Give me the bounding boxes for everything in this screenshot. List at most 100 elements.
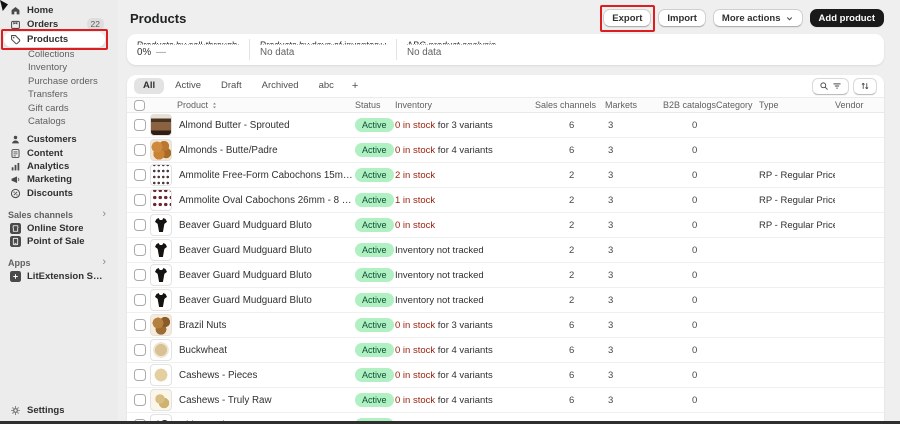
metric-title[interactable]: Products by sell-through rate: [137, 40, 239, 46]
discounts-icon: [10, 188, 21, 199]
product-name-link[interactable]: Almond Butter - Sprouted: [177, 120, 355, 131]
sidebar-item-point-of-sale[interactable]: Point of Sale: [0, 235, 118, 248]
status-cell: Active: [355, 342, 395, 358]
status-cell: Active: [355, 217, 395, 233]
sidebar-item-label: Home: [27, 5, 54, 17]
status-badge: Active: [355, 217, 394, 233]
export-button[interactable]: Export: [603, 9, 652, 27]
sidebar-item-settings[interactable]: Settings: [0, 403, 118, 417]
sort-button[interactable]: [853, 77, 877, 95]
markets-cell: 3: [608, 344, 614, 356]
status-badge: Active: [355, 317, 394, 333]
status-cell: Active: [355, 242, 395, 258]
status-badge: Active: [355, 142, 394, 158]
sidebar-item-gift-cards[interactable]: Gift cards: [0, 101, 118, 114]
column-header-product[interactable]: Product: [177, 100, 355, 110]
row-checkbox[interactable]: [134, 169, 146, 181]
sidebar-item-label: Orders: [27, 18, 59, 30]
status-cell: Active: [355, 167, 395, 183]
sidebar-item-home[interactable]: Home: [0, 4, 118, 17]
row-checkbox[interactable]: [134, 269, 146, 281]
marketing-icon: [10, 174, 21, 185]
product-name-link[interactable]: Brazil Nuts: [177, 320, 355, 331]
import-button[interactable]: Import: [658, 9, 706, 27]
sales-channels-cell: 6: [569, 394, 575, 406]
chevron-down-icon: [785, 14, 794, 23]
type-cell: RP - Regular Price: [759, 169, 835, 181]
row-checkbox[interactable]: [134, 194, 146, 206]
sidebar-item-orders[interactable]: Orders 22: [0, 17, 118, 30]
tab-active[interactable]: Active: [166, 78, 210, 94]
sidebar-item-litextension[interactable]: LitExtension Store Migrati...: [0, 270, 118, 283]
sidebar-item-customers[interactable]: Customers: [0, 133, 118, 146]
product-thumbnail: [150, 339, 172, 361]
product-name-link[interactable]: Beaver Guard Mudguard Bluto: [177, 245, 355, 256]
sidebar-item-label: Products: [27, 33, 69, 45]
row-checkbox[interactable]: [134, 394, 146, 406]
sidebar-item-marketing[interactable]: Marketing: [0, 173, 118, 186]
row-checkbox[interactable]: [134, 344, 146, 356]
sidebar-item-collections[interactable]: Collections: [0, 48, 118, 61]
inventory-cell: 0 in stock for 4 variants: [395, 394, 493, 406]
row-checkbox[interactable]: [134, 369, 146, 381]
inventory-cell: 2 in stock: [395, 169, 436, 181]
tag-icon: [10, 34, 21, 45]
markets-cell: 3: [608, 394, 614, 406]
page-header: Products Export Import More actions Add …: [127, 4, 884, 32]
tab-archived[interactable]: Archived: [253, 78, 308, 94]
add-product-button[interactable]: Add product: [809, 9, 884, 27]
sales-channels-cell: 2: [569, 219, 575, 231]
metric-title[interactable]: ABC product analysis: [407, 40, 496, 46]
product-name-link[interactable]: Ammolite Oval Cabochons 26mm - 8 pieces: [177, 195, 355, 206]
product-name-link[interactable]: Buckwheat: [177, 345, 355, 356]
product-name-link[interactable]: Almonds - Butte/Padre: [177, 145, 355, 156]
more-actions-button[interactable]: More actions: [712, 9, 803, 27]
sidebar-item-purchase-orders[interactable]: Purchase orders: [0, 75, 118, 88]
sales-channels-cell: 2: [569, 294, 575, 306]
metric-value: 0% —: [137, 47, 166, 59]
sidebar-item-discounts[interactable]: Discounts: [0, 187, 118, 200]
row-checkbox[interactable]: [134, 319, 146, 331]
sidebar-item-products[interactable]: Products: [1, 28, 108, 50]
product-name-link[interactable]: Beaver Guard Mudguard Bluto: [177, 295, 355, 306]
b2b-catalogs-cell: 0: [692, 144, 698, 156]
sidebar-item-catalogs[interactable]: Catalogs: [0, 115, 118, 128]
row-checkbox[interactable]: [134, 144, 146, 156]
product-name-link[interactable]: Ammolite Free-Form Cabochons 15mm - 12 p…: [177, 170, 355, 181]
product-name-link[interactable]: Beaver Guard Mudguard Bluto: [177, 220, 355, 231]
filter-icon: [832, 81, 842, 91]
row-checkbox[interactable]: [134, 294, 146, 306]
product-name-link[interactable]: Beaver Guard Mudguard Bluto: [177, 270, 355, 281]
product-name-link[interactable]: Cashews - Truly Raw: [177, 395, 355, 406]
select-all-checkbox[interactable]: [134, 99, 145, 111]
sidebar-item-transfers[interactable]: Transfers: [0, 88, 118, 101]
markets-cell: 3: [608, 169, 614, 181]
sidebar-section-apps[interactable]: Apps ›: [0, 256, 118, 269]
column-header-markets: Markets: [605, 100, 638, 110]
sidebar-item-content[interactable]: Content: [0, 147, 118, 160]
search-and-filter-button[interactable]: [812, 77, 849, 95]
sidebar-nav: Home Orders 22 Products Collections Inventory…: [0, 4, 118, 283]
sidebar-item-analytics[interactable]: Analytics: [0, 160, 118, 173]
row-checkbox[interactable]: [134, 119, 146, 131]
metric-value: No data: [260, 47, 295, 59]
row-checkbox[interactable]: [134, 219, 146, 231]
table-row: Beaver Guard Mudguard Bluto Active Invento…: [127, 288, 884, 313]
sidebar-item-online-store[interactable]: Online Store: [0, 221, 118, 234]
product-name-link[interactable]: Cashews - Pieces: [177, 370, 355, 381]
tab-draft[interactable]: Draft: [212, 78, 251, 94]
sidebar-section-sales-channels[interactable]: Sales channels ›: [0, 208, 118, 221]
product-thumbnail: [150, 214, 172, 236]
type-cell: RP - Regular Price: [759, 194, 835, 206]
header-actions: Export Import More actions Add product: [599, 4, 884, 32]
tab-abc[interactable]: abc: [310, 78, 343, 94]
sidebar-item-inventory[interactable]: Inventory: [0, 61, 118, 74]
add-view-button[interactable]: +: [345, 79, 365, 93]
markets-cell: 3: [608, 269, 614, 281]
column-header-vendor: Vendor: [835, 100, 864, 110]
section-label: Apps: [8, 257, 31, 268]
tab-all[interactable]: All: [134, 77, 165, 95]
pos-icon: [10, 236, 21, 248]
row-checkbox[interactable]: [134, 244, 146, 256]
metric-title[interactable]: Products by days of inventory remaining: [260, 40, 386, 46]
